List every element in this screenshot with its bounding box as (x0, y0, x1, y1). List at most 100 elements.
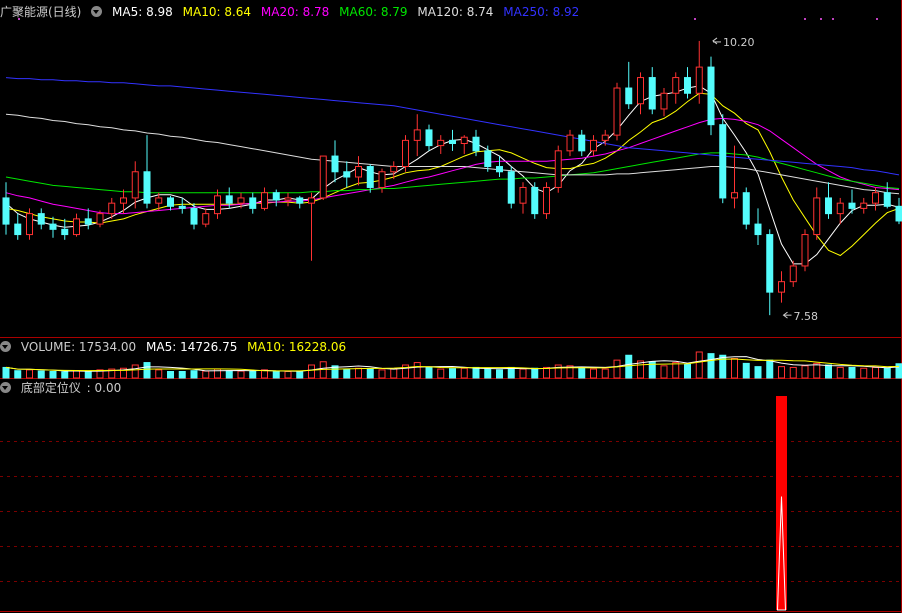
candle (61, 218, 69, 240)
volume-bar (390, 368, 398, 379)
candle-body (507, 171, 515, 204)
candle-body (554, 150, 562, 188)
candle-body (155, 197, 163, 204)
candle-body (660, 92, 668, 110)
candle-body (766, 234, 774, 293)
candle (660, 88, 668, 117)
volume-ma10-legend: MA10: 16228.06 (247, 340, 347, 354)
volume-bar (308, 364, 315, 379)
candle (331, 140, 339, 183)
volume-bar (872, 366, 879, 379)
indicator-value: : 0.00 (86, 381, 122, 395)
chevron-down-icon[interactable] (0, 382, 11, 393)
candle-body (84, 218, 92, 225)
candle-body (836, 202, 844, 215)
volume-bar (695, 351, 703, 379)
marker-dot (876, 18, 878, 20)
candle (507, 166, 515, 209)
grid-lines (0, 0, 902, 613)
candle-body (390, 166, 398, 173)
indicator-header: 底部定位仪 : 0.00 (0, 380, 127, 396)
volume-bar (296, 371, 304, 379)
ma60-legend: MA60: 8.79 (339, 5, 408, 19)
annotation-label: 10.20 (723, 36, 755, 49)
volume-bar (472, 366, 480, 379)
candle (167, 195, 174, 211)
volume-bar (378, 369, 386, 379)
candle-body (178, 205, 186, 209)
volume-bar (813, 362, 821, 379)
volume-bar (531, 367, 539, 379)
candle-body (296, 197, 304, 204)
candle (825, 182, 832, 219)
volume-ma5-legend: MA5: 14726.75 (146, 340, 238, 354)
volume-bar (836, 366, 844, 379)
candle-body (472, 136, 480, 152)
candle (355, 156, 362, 186)
candle-body (637, 77, 644, 105)
candle-body (460, 136, 468, 145)
candle-body (543, 186, 550, 215)
volume-bar (178, 371, 186, 379)
candle-body (789, 265, 797, 283)
candle-body (366, 166, 374, 188)
candle-body (872, 192, 879, 204)
volume-bar (754, 366, 762, 379)
candle (742, 187, 750, 230)
candle (707, 56, 715, 136)
candle (437, 135, 445, 154)
volume-bar (73, 370, 80, 379)
candle-body (190, 207, 198, 225)
marker-dot (820, 18, 822, 20)
candle-body (531, 186, 539, 215)
candle-body (378, 171, 386, 188)
candle (84, 208, 92, 230)
volume-bar (590, 368, 597, 379)
candle-body (825, 197, 832, 215)
volume-bar (343, 368, 351, 379)
volume-bar (731, 358, 738, 379)
candle-body (49, 223, 57, 230)
candle-body (131, 171, 139, 199)
candle-body (272, 192, 280, 201)
candle-body (578, 134, 586, 152)
volume-bar (460, 367, 468, 379)
volume-bar (825, 364, 832, 379)
volume-bar (366, 368, 374, 379)
candle-body (413, 129, 421, 141)
candle (449, 129, 456, 151)
volume-bar (507, 366, 515, 379)
candle-body (343, 171, 351, 178)
volume-bar (37, 370, 45, 379)
candle (766, 229, 774, 316)
candle (590, 135, 597, 157)
candle (272, 189, 280, 207)
candle-body (801, 234, 809, 267)
candle-body (695, 66, 703, 94)
candle-body (425, 129, 433, 147)
candle-body (813, 197, 821, 236)
candle-body (684, 77, 691, 94)
candle (214, 189, 221, 219)
chart-area[interactable]: 10.20 7.58 (0, 0, 902, 613)
candle (284, 192, 292, 207)
candle (319, 155, 327, 201)
candle-body (214, 195, 221, 215)
moving-average-lines (5, 77, 900, 265)
candle (402, 135, 409, 172)
candle-body (449, 139, 456, 145)
volume-bar (413, 362, 421, 379)
candle (801, 229, 809, 272)
candle-body (167, 197, 174, 207)
candle-body (860, 202, 868, 209)
candle-body (496, 166, 503, 173)
marker-dot (832, 18, 834, 20)
chevron-down-icon[interactable] (91, 6, 103, 17)
candle (554, 145, 562, 193)
candle-body (519, 186, 527, 204)
candle-body (61, 228, 69, 236)
candle-body (402, 139, 409, 168)
candle-body (308, 197, 315, 204)
chevron-down-icon[interactable] (0, 341, 11, 352)
volume-bar (449, 368, 456, 379)
